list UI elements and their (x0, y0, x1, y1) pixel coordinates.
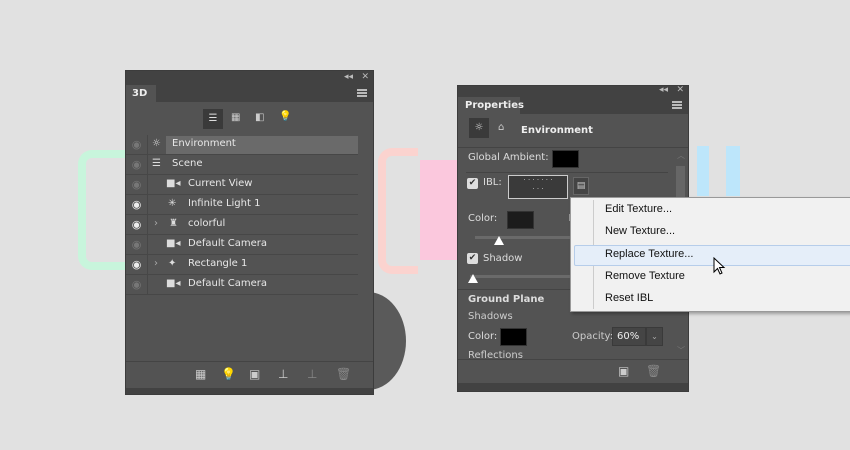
visibility-eye-icon[interactable]: ◉ (126, 275, 148, 295)
trash-icon[interactable]: 🗑 (646, 364, 661, 378)
shadow-label: Shadow (483, 253, 523, 264)
texture-menu-button[interactable]: ▤ (573, 177, 589, 195)
panel-menu-icon[interactable] (357, 89, 367, 97)
camera-icon: ■◂ (166, 178, 181, 189)
visibility-eye-icon[interactable]: ◉ (126, 155, 148, 175)
softness-slider-thumb[interactable] (468, 274, 478, 283)
expand-chevron-icon[interactable]: › (154, 218, 158, 229)
opacity-dropdown-button[interactable]: ⌄ (646, 327, 663, 346)
layer-label: Current View (188, 178, 253, 189)
intensity-slider-track[interactable] (475, 236, 575, 239)
ground-shadow-color-swatch[interactable] (500, 328, 527, 346)
panel-header: ◂◂ ✕ (126, 71, 373, 85)
3d-panel: ◂◂ ✕ 3D ☰ ▦ ◧ 💡 ◉ ☼ Environment ◉ ☰ Scen… (125, 70, 374, 395)
collapse-button[interactable]: ◂◂ (659, 85, 668, 95)
expand-chevron-icon[interactable]: › (154, 258, 158, 269)
list-item-default-camera-2[interactable]: ◉ ■◂ Default Camera (126, 275, 358, 295)
properties-title: Environment (521, 125, 593, 136)
mesh-icon: ♜ (169, 218, 178, 229)
ibl-label: IBL: (483, 177, 502, 188)
visibility-eye-icon[interactable]: ◉ (126, 255, 148, 275)
light-bulb-icon[interactable]: 💡 (221, 367, 236, 381)
drop-selected-icon[interactable]: ⊥ (307, 367, 317, 381)
environment-icon[interactable]: ☼ (469, 118, 489, 138)
tab-properties[interactable]: Properties (458, 97, 524, 114)
close-button[interactable]: ✕ (361, 72, 369, 82)
canvas-shape-blue-2 (726, 146, 740, 196)
list-item-infinite-light[interactable]: ◉ ✳ Infinite Light 1 (126, 195, 358, 215)
filter-material-icon[interactable]: ◧ (255, 112, 264, 123)
bottom-toolbar: ▣ 🗑 (458, 359, 688, 383)
ibl-color-swatch[interactable] (507, 211, 534, 229)
mouse-cursor-icon (713, 257, 726, 275)
layer-label: colorful (188, 218, 226, 229)
visibility-eye-icon[interactable]: ◉ (126, 175, 148, 195)
ibl-color-label: Color: (468, 213, 498, 224)
list-item-rectangle-1[interactable]: ◉ › ✦ Rectangle 1 (126, 255, 358, 275)
layer-label: Rectangle 1 (188, 258, 248, 269)
trash-icon[interactable]: 🗑 (336, 367, 351, 381)
panel-menu-icon[interactable] (672, 101, 682, 109)
menu-item-reset-ibl[interactable]: Reset IBL (605, 292, 653, 304)
filter-scene-button[interactable]: ☰ (203, 109, 223, 129)
menu-item-remove-texture[interactable]: Remove Texture (605, 270, 685, 282)
material-icon[interactable]: ▣ (249, 367, 260, 381)
filter-mesh-icon[interactable]: ▦ (231, 112, 240, 123)
mesh-icon: ✦ (168, 258, 177, 269)
opacity-label: Opacity: (572, 331, 614, 342)
global-ambient-label: Global Ambient: (468, 152, 549, 163)
reflections-subheading: Reflections (468, 350, 523, 359)
collapse-button[interactable]: ◂◂ (344, 72, 353, 82)
list-item-default-camera[interactable]: ◉ ■◂ Default Camera (126, 235, 358, 255)
render-icon[interactable]: ▣ (618, 364, 629, 378)
filter-light-icon[interactable]: 💡 (279, 111, 291, 122)
softness-slider-track[interactable] (470, 275, 575, 278)
shadows-subheading: Shadows (468, 311, 513, 322)
texture-context-menu: Edit Texture... New Texture... Replace T… (570, 197, 850, 312)
list-item-environment[interactable]: ◉ ☼ Environment (126, 135, 358, 155)
canvas-shape-blue-1 (697, 146, 709, 196)
visibility-eye-icon[interactable]: ◉ (126, 235, 148, 255)
ibl-texture-preview[interactable]: · · · · · · · · · · (508, 175, 568, 199)
layer-label: Environment (172, 138, 236, 149)
list-item-scene[interactable]: ◉ ☰ Scene (126, 155, 358, 175)
layer-label: Default Camera (188, 238, 267, 249)
list-item-current-view[interactable]: ◉ ■◂ Current View (126, 175, 358, 195)
coordinates-icon[interactable]: ⌂ (498, 122, 504, 133)
visibility-eye-icon[interactable]: ◉ (126, 215, 148, 235)
close-button[interactable]: ✕ (676, 85, 684, 95)
scene-icon: ☰ (152, 158, 161, 169)
opacity-input[interactable]: 60% (612, 327, 646, 346)
menu-item-replace-texture[interactable]: Replace Texture... (605, 248, 693, 260)
environment-icon: ☼ (152, 138, 161, 149)
menu-item-edit-texture[interactable]: Edit Texture... (605, 203, 672, 215)
bottom-toolbar: ▦ 💡 ▣ ⊥ ⊥ 🗑 (126, 361, 373, 388)
canvas-shape-pink (378, 148, 418, 274)
layer-list: ◉ ☼ Environment ◉ ☰ Scene ◉ ■◂ Current V… (126, 135, 358, 295)
mesh-icon[interactable]: ▦ (195, 367, 206, 381)
visibility-eye-icon[interactable]: ◉ (126, 135, 148, 155)
drop-to-plane-icon[interactable]: ⊥ (278, 367, 288, 381)
visibility-eye-icon[interactable]: ◉ (126, 195, 148, 215)
ground-shadow-color-label: Color: (468, 331, 498, 342)
opacity-value: 60% (617, 331, 640, 342)
shadow-checkbox[interactable]: ✔ (467, 253, 478, 264)
menu-item-new-texture[interactable]: New Texture... (605, 225, 675, 237)
layer-label: Scene (172, 158, 203, 169)
global-ambient-swatch[interactable] (552, 150, 579, 168)
intensity-slider-thumb[interactable] (494, 236, 504, 245)
tab-3d[interactable]: 3D (126, 85, 156, 102)
ibl-checkbox[interactable]: ✔ (467, 178, 478, 189)
layer-label: Infinite Light 1 (188, 198, 261, 209)
layer-label: Default Camera (188, 278, 267, 289)
camera-icon: ■◂ (166, 238, 181, 249)
camera-icon: ■◂ (166, 278, 181, 289)
ground-plane-heading: Ground Plane (468, 294, 545, 305)
list-item-colorful[interactable]: ◉ › ♜ colorful (126, 215, 358, 235)
canvas-shape-pink-inner (420, 160, 457, 260)
light-icon: ✳ (168, 198, 177, 209)
